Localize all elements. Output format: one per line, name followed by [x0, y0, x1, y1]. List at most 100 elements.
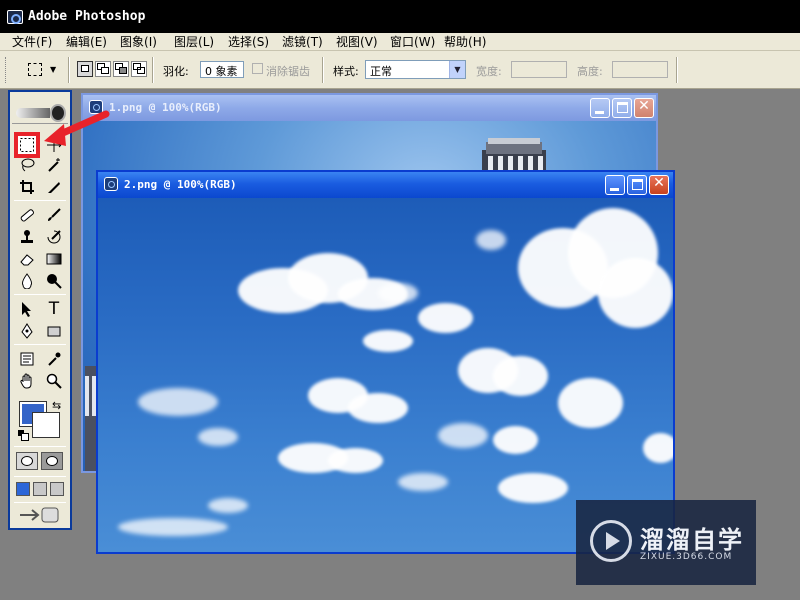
droplet-icon	[22, 273, 32, 289]
minimize-button[interactable]	[590, 98, 610, 118]
divider	[14, 344, 66, 345]
menu-image[interactable]: 图象(I)	[118, 34, 159, 50]
menu-select[interactable]: 选择(S)	[226, 34, 271, 50]
jump-to-imageready-button[interactable]	[18, 506, 62, 524]
document-window-2[interactable]: 2.png @ 100%(RGB) ✕	[96, 170, 675, 554]
standard-mode-button[interactable]	[16, 452, 38, 470]
minimize-icon	[610, 188, 619, 191]
divider	[14, 476, 66, 477]
options-bar: ▼ 羽化: 0 象素 消除锯齿 样式: 正常 ▼ 宽度: 高度:	[0, 51, 800, 89]
play-logo-icon	[590, 520, 632, 562]
gradient-tool[interactable]	[43, 248, 65, 270]
antialias-label: 消除锯齿	[266, 65, 310, 78]
watermark-logo: 溜溜自学 ZIXUE.3D66.COM	[576, 500, 756, 585]
history-brush-icon	[47, 230, 61, 244]
height-input[interactable]	[612, 61, 668, 78]
gradient-icon	[46, 253, 62, 265]
maximize-button[interactable]	[627, 175, 647, 195]
type-tool[interactable]: T	[43, 298, 65, 320]
swap-colors-icon[interactable]: ⇆	[52, 399, 61, 412]
antialias-checkbox[interactable]	[252, 63, 263, 74]
clone-stamp-tool[interactable]	[16, 226, 38, 248]
divider	[152, 57, 154, 83]
blur-tool[interactable]	[16, 270, 38, 292]
document-title-bar[interactable]: 2.png @ 100%(RGB) ✕	[98, 172, 673, 198]
app-title-bar: Adobe Photoshop	[0, 0, 800, 33]
width-input[interactable]	[511, 61, 567, 78]
app-title: Adobe Photoshop	[28, 9, 146, 24]
magic-wand-tool[interactable]	[43, 154, 65, 176]
hand-icon	[20, 373, 32, 389]
red-pointer-arrow-icon	[44, 110, 110, 146]
pen-tool[interactable]	[16, 320, 38, 342]
maximize-button[interactable]	[612, 98, 632, 118]
imageready-icon	[20, 507, 59, 523]
document-title-bar[interactable]: 1.png @ 100%(RGB) ✕	[83, 95, 656, 121]
intersect-selection-button[interactable]	[131, 61, 147, 77]
path-selection-tool[interactable]	[16, 298, 38, 320]
chevron-down-icon[interactable]: ▼	[449, 61, 465, 78]
menu-view[interactable]: 视图(V)	[334, 34, 380, 50]
notes-tool[interactable]	[16, 348, 38, 370]
full-screen-menu-mode-button[interactable]	[33, 482, 47, 496]
rectangular-marquee-icon	[28, 63, 42, 76]
menu-layer[interactable]: 图层(L)	[172, 34, 216, 50]
healing-brush-tool[interactable]	[16, 204, 38, 226]
rectangular-marquee-icon	[20, 138, 34, 152]
rectangle-shape-icon	[47, 326, 61, 337]
brush-tool[interactable]	[43, 204, 65, 226]
document-name: 2.png @ 100%(RGB)	[124, 178, 237, 191]
watermark-name: 溜溜自学	[640, 526, 744, 554]
burn-tool[interactable]	[43, 270, 65, 292]
divider	[14, 502, 66, 503]
document-icon	[104, 177, 118, 191]
style-label: 样式:	[333, 65, 359, 78]
menu-help[interactable]: 帮助(H)	[442, 34, 488, 50]
hand-tool[interactable]	[16, 370, 38, 392]
standard-mode-icon	[21, 456, 33, 466]
shape-tool[interactable]	[43, 320, 65, 342]
slice-tool[interactable]	[43, 176, 65, 198]
close-button[interactable]: ✕	[649, 175, 669, 195]
divider	[14, 446, 66, 447]
quick-mask-mode-button[interactable]	[41, 452, 63, 470]
full-screen-mode-button[interactable]	[50, 482, 64, 496]
add-to-selection-button[interactable]	[95, 61, 111, 77]
rectangular-marquee-tool[interactable]	[14, 132, 40, 158]
menu-edit[interactable]: 编辑(E)	[64, 34, 109, 50]
image-canvas-2[interactable]	[98, 198, 673, 552]
width-label: 宽度:	[476, 65, 502, 78]
history-brush-tool[interactable]	[43, 226, 65, 248]
background-color-swatch[interactable]	[32, 412, 60, 438]
magnifier-icon	[46, 373, 62, 389]
menu-file[interactable]: 文件(F)	[10, 34, 54, 50]
eyedropper-icon	[48, 352, 61, 366]
menu-window[interactable]: 窗口(W)	[388, 34, 437, 50]
crop-icon	[20, 180, 34, 194]
slice-icon	[48, 182, 60, 193]
close-button[interactable]: ✕	[634, 98, 654, 118]
subtract-from-selection-button[interactable]	[113, 61, 129, 77]
standard-screen-mode-button[interactable]	[16, 482, 30, 496]
toolbox-panel: T ⇆	[8, 90, 72, 530]
tool-preset-picker[interactable]: ▼	[22, 60, 62, 80]
new-selection-button[interactable]	[77, 61, 93, 77]
default-colors-icon[interactable]	[18, 430, 29, 441]
zoom-tool[interactable]	[43, 370, 65, 392]
photoshop-app-icon[interactable]	[7, 10, 23, 24]
style-select[interactable]: 正常 ▼	[365, 60, 466, 79]
menu-filter[interactable]: 滤镜(T)	[280, 34, 325, 50]
magic-wand-icon	[48, 158, 60, 172]
divider	[322, 57, 324, 83]
feather-input[interactable]: 0 象素	[200, 61, 244, 78]
lasso-tool[interactable]	[16, 154, 38, 176]
options-grip[interactable]	[5, 57, 8, 83]
close-icon: ✕	[638, 98, 650, 114]
divider	[676, 57, 678, 83]
divider	[14, 200, 66, 201]
minimize-button[interactable]	[605, 175, 625, 195]
height-label: 高度:	[577, 65, 603, 78]
crop-tool[interactable]	[16, 176, 38, 198]
eyedropper-tool[interactable]	[43, 348, 65, 370]
eraser-tool[interactable]	[16, 248, 38, 270]
